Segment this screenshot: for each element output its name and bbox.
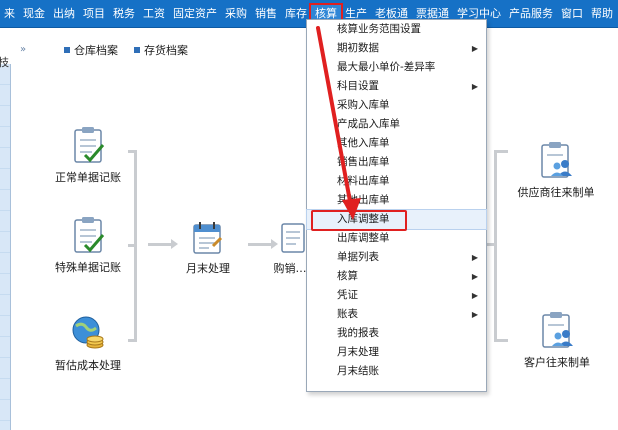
menu-item-label: 科目设置 xyxy=(337,80,379,92)
menu-item-label: 核算 xyxy=(337,270,358,282)
tab-bullet-icon xyxy=(134,47,140,53)
accounting-dropdown-menu: 核算业务范围设置 期初数据 ▶ 最大最小单价-差异率 科目设置 ▶ 采购入库单 产成… xyxy=(306,19,487,392)
node-provisional-cost[interactable]: 暂估成本处理 xyxy=(48,313,128,373)
menu-item-cash[interactable]: 现金 xyxy=(19,5,49,23)
submenu-arrow-icon: ▶ xyxy=(471,44,478,53)
node-label: 客户往来制单 xyxy=(524,356,590,369)
menu-item-label: 账表 xyxy=(337,308,358,320)
menu-item-cashier[interactable]: 出纳 xyxy=(49,5,79,23)
node-purchase-sales[interactable]: 购销… xyxy=(274,220,308,276)
left-panel-tag: 枝 xyxy=(0,56,9,69)
submenu-arrow-icon: ▶ xyxy=(471,272,478,281)
connector-line xyxy=(248,243,272,246)
menu-item-label: 出库调整单 xyxy=(337,232,390,244)
menu-voucher[interactable]: 凭证 ▶ xyxy=(307,286,486,305)
menu-item-help[interactable]: 帮助 xyxy=(587,5,617,23)
menu-item-label: 其他入库单 xyxy=(337,137,390,149)
clipboard-check-icon xyxy=(74,127,105,163)
submenu-arrow-icon: ▶ xyxy=(471,310,478,319)
menu-item-label: 月末结账 xyxy=(337,365,379,377)
node-label: 特殊单据记账 xyxy=(55,261,121,274)
node-customer-voucher[interactable]: 客户往来制单 xyxy=(512,310,602,370)
tab-label: 存货档案 xyxy=(144,44,188,57)
node-label: 正常单据记账 xyxy=(55,171,121,184)
menu-ledger-reports[interactable]: 账表 ▶ xyxy=(307,305,486,324)
menu-item-window[interactable]: 窗口 xyxy=(557,5,587,23)
menu-item-tax[interactable]: 税务 xyxy=(109,5,139,23)
connector-line xyxy=(128,339,136,342)
menu-finished-goods-receipt[interactable]: 产成品入库单 xyxy=(307,115,486,134)
connector-line xyxy=(148,243,172,246)
left-panel-strip[interactable]: 枝 xyxy=(0,56,11,430)
menu-purchase-receipt[interactable]: 采购入库单 xyxy=(307,96,486,115)
menu-item-label: 核算业务范围设置 xyxy=(337,23,421,35)
menu-accounting[interactable]: 核算 ▶ xyxy=(307,267,486,286)
node-supplier-voucher[interactable]: 供应商往来制单 xyxy=(506,140,606,200)
menu-other-receipt[interactable]: 其他入库单 xyxy=(307,134,486,153)
clipboard-people-icon xyxy=(541,142,572,178)
node-month-end[interactable]: 月末处理 xyxy=(178,220,238,276)
menu-item-products[interactable]: 产品服务 xyxy=(505,5,557,23)
menu-other-issue[interactable]: 其他出库单 xyxy=(307,191,486,210)
menu-item-payroll[interactable]: 工资 xyxy=(139,5,169,23)
clipboard-people-icon xyxy=(542,312,573,348)
menu-item-label: 期初数据 xyxy=(337,42,379,54)
menu-item-label: 其他出库单 xyxy=(337,194,390,206)
menu-item-purchase[interactable]: 采购 xyxy=(221,5,251,23)
menu-material-issue[interactable]: 材料出库单 xyxy=(307,172,486,191)
tab-inventory-archive[interactable]: 存货档案 xyxy=(134,42,188,58)
submenu-arrow-icon: ▶ xyxy=(471,253,478,262)
menu-account-settings[interactable]: 科目设置 ▶ xyxy=(307,77,486,96)
menu-month-end-closing[interactable]: 月末结账 xyxy=(307,362,486,381)
menu-item-label: 月末处理 xyxy=(337,346,379,358)
highlight-box xyxy=(311,210,407,231)
node-label: 供应商往来制单 xyxy=(517,186,595,199)
menu-month-end-processing[interactable]: 月末处理 xyxy=(307,343,486,362)
menu-my-reports[interactable]: 我的报表 xyxy=(307,324,486,343)
menu-item-label: 最大最小单价-差异率 xyxy=(337,61,436,73)
menu-item-label: 销售出库单 xyxy=(337,156,390,168)
calendar-icon xyxy=(193,222,223,254)
menu-issue-adjustment[interactable]: 出库调整单 xyxy=(307,229,486,248)
node-label: 暂估成本处理 xyxy=(55,359,121,372)
chevron-right-icon[interactable]: » xyxy=(20,44,26,55)
node-label: 月末处理 xyxy=(186,262,230,275)
menu-item-project[interactable]: 项目 xyxy=(79,5,109,23)
menu-sales-issue[interactable]: 销售出库单 xyxy=(307,153,486,172)
submenu-arrow-icon: ▶ xyxy=(471,291,478,300)
arrow-right-icon xyxy=(271,239,278,249)
tab-bullet-icon xyxy=(64,47,70,53)
menu-item-label: 材料出库单 xyxy=(337,175,390,187)
tab-label: 仓库档案 xyxy=(74,44,118,57)
node-label: 购销… xyxy=(273,262,307,275)
node-normal-voucher-posting[interactable]: 正常单据记账 xyxy=(48,125,128,185)
connector-line xyxy=(494,150,497,342)
connector-line xyxy=(128,244,136,247)
menu-item-sales[interactable]: 销售 xyxy=(251,5,281,23)
menu-document-list[interactable]: 单据列表 ▶ xyxy=(307,248,486,267)
tab-warehouse-archive[interactable]: 仓库档案 xyxy=(64,42,118,58)
menu-item-label: 产成品入库单 xyxy=(337,118,400,130)
menu-item-label: 凭证 xyxy=(337,289,358,301)
menu-scope-settings[interactable]: 核算业务范围设置 xyxy=(307,20,486,39)
submenu-arrow-icon: ▶ xyxy=(471,82,478,91)
menu-price-variance[interactable]: 最大最小单价-差异率 xyxy=(307,58,486,77)
menu-opening-data[interactable]: 期初数据 ▶ xyxy=(307,39,486,58)
menu-item-fixed-assets[interactable]: 固定资产 xyxy=(169,5,221,23)
arrow-right-icon xyxy=(171,239,178,249)
menu-item-0[interactable]: 来 xyxy=(0,5,19,23)
node-special-voucher-posting[interactable]: 特殊单据记账 xyxy=(48,215,128,275)
clipboard-check-icon xyxy=(74,217,105,253)
menu-receipt-adjustment[interactable]: 入库调整单 xyxy=(306,209,487,231)
connector-line xyxy=(494,339,508,342)
document-icon xyxy=(281,223,305,253)
menu-item-label: 我的报表 xyxy=(337,327,379,339)
menu-item-label: 单据列表 xyxy=(337,251,379,263)
menu-item-label: 采购入库单 xyxy=(337,99,390,111)
globe-coins-icon xyxy=(72,316,104,349)
